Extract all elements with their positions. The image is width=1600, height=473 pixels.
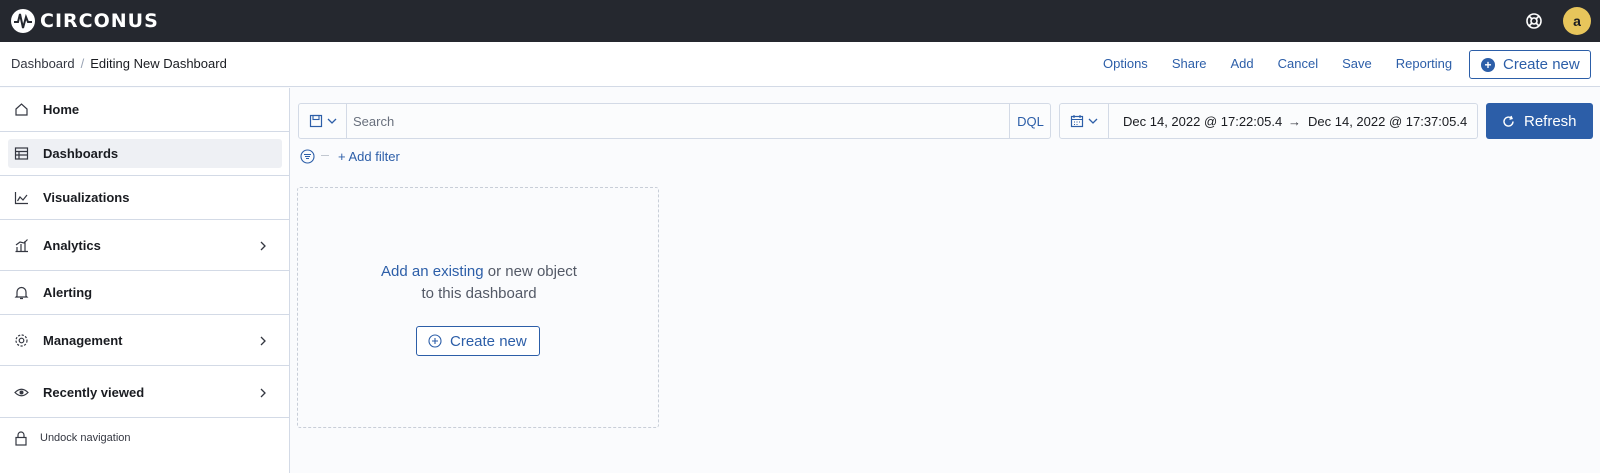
home-icon	[15, 103, 28, 116]
refresh-label: Refresh	[1524, 112, 1577, 130]
lock-icon	[15, 431, 27, 446]
undock-label: Undock navigation	[40, 432, 131, 444]
add-filter-link[interactable]: + Add filter	[338, 149, 400, 164]
chevron-down-icon	[1088, 118, 1098, 124]
arrow-right-icon: →	[1288, 114, 1301, 129]
add-link[interactable]: Add	[1231, 56, 1254, 71]
brand-name: CIRCONUS	[40, 10, 159, 32]
empty-prompt-text: or new object	[483, 263, 577, 280]
plus-circle-icon	[428, 334, 442, 348]
sidebar-item-analytics[interactable]: Analytics	[0, 220, 290, 271]
options-link[interactable]: Options	[1103, 56, 1148, 71]
calendar-icon	[1070, 115, 1084, 128]
empty-prompt: Add an existing or new object to this da…	[298, 261, 660, 305]
sidebar-item-label: Recently viewed	[43, 385, 145, 400]
add-existing-link[interactable]: Add an existing	[381, 263, 484, 280]
empty-dashboard-panel: Add an existing or new object to this da…	[297, 187, 659, 428]
chevron-right-icon	[260, 336, 266, 346]
filter-icon[interactable]	[300, 149, 315, 164]
panel-create-new-button[interactable]: Create new	[416, 326, 540, 356]
side-navigation: Home Dashboards Visualizations Analytics…	[0, 88, 290, 473]
chevron-right-icon	[260, 388, 266, 398]
gear-icon	[15, 334, 28, 347]
eye-icon	[14, 388, 29, 397]
sidebar-item-label: Dashboards	[43, 146, 119, 161]
create-new-label: Create new	[450, 332, 527, 350]
create-new-label: Create new	[1503, 56, 1580, 73]
search-input[interactable]: Search	[353, 114, 394, 129]
sidebar-item-management[interactable]: Management	[0, 315, 290, 366]
top-nav-actions: Options Share Add Cancel Save Reporting	[1103, 56, 1452, 71]
breadcrumb: Dashboard / Editing New Dashboard	[11, 56, 227, 71]
cancel-link[interactable]: Cancel	[1278, 56, 1318, 71]
quick-date-menu[interactable]	[1060, 104, 1109, 138]
circonus-logo-icon	[11, 9, 35, 33]
breadcrumb-dashboard[interactable]: Dashboard	[11, 56, 75, 71]
breadcrumb-separator: /	[80, 56, 85, 71]
empty-prompt-line2: to this dashboard	[421, 285, 537, 302]
sidebar-item-home[interactable]: Home	[0, 88, 290, 132]
sidebar-item-label: Alerting	[43, 285, 93, 300]
app-toolbar: Dashboard / Editing New Dashboard Option…	[0, 42, 1600, 87]
sidebar-item-label: Management	[43, 333, 123, 348]
sidebar-item-alerting[interactable]: Alerting	[0, 271, 290, 315]
create-new-button[interactable]: + Create new	[1469, 50, 1591, 79]
date-picker: Dec 14, 2022 @ 17:22:05.4 → Dec 14, 2022…	[1059, 103, 1478, 139]
start-date[interactable]: Dec 14, 2022 @ 17:22:05.4	[1123, 114, 1282, 129]
dashboards-icon	[14, 147, 29, 160]
breadcrumb-current: Editing New Dashboard	[90, 56, 227, 71]
chevron-right-icon	[260, 241, 266, 251]
top-header: CIRCONUS a	[0, 0, 1600, 42]
refresh-button[interactable]: Refresh	[1486, 103, 1593, 139]
brand-logo[interactable]: CIRCONUS	[10, 8, 159, 34]
plus-circle-icon: +	[1481, 57, 1495, 72]
sidebar-item-recently-viewed[interactable]: Recently viewed	[0, 366, 290, 418]
sidebar-item-visualizations[interactable]: Visualizations	[0, 176, 290, 220]
reporting-link[interactable]: Reporting	[1396, 56, 1452, 71]
sidebar-item-label: Home	[43, 102, 80, 117]
chevron-down-icon	[327, 118, 336, 124]
save-link[interactable]: Save	[1342, 56, 1372, 71]
sidebar-item-dashboards[interactable]: Dashboards	[0, 132, 290, 176]
save-query-icon	[309, 114, 322, 128]
refresh-icon	[1503, 115, 1514, 127]
sidebar-item-label: Analytics	[43, 238, 101, 253]
sidebar-item-label: Visualizations	[43, 190, 130, 205]
query-language-button[interactable]: DQL	[1009, 104, 1051, 138]
share-link[interactable]: Share	[1172, 56, 1207, 71]
saved-query-menu[interactable]	[299, 104, 347, 138]
filter-divider	[321, 155, 329, 156]
end-date[interactable]: Dec 14, 2022 @ 17:37:05.4	[1308, 114, 1467, 129]
undock-navigation-button[interactable]: Undock navigation	[0, 420, 290, 460]
user-avatar[interactable]: a	[1563, 7, 1591, 35]
analytics-icon	[15, 239, 28, 253]
help-icon[interactable]	[1524, 11, 1544, 31]
visualize-icon	[14, 192, 28, 205]
bell-icon	[14, 286, 29, 300]
query-bar: Search DQL	[298, 103, 1051, 139]
